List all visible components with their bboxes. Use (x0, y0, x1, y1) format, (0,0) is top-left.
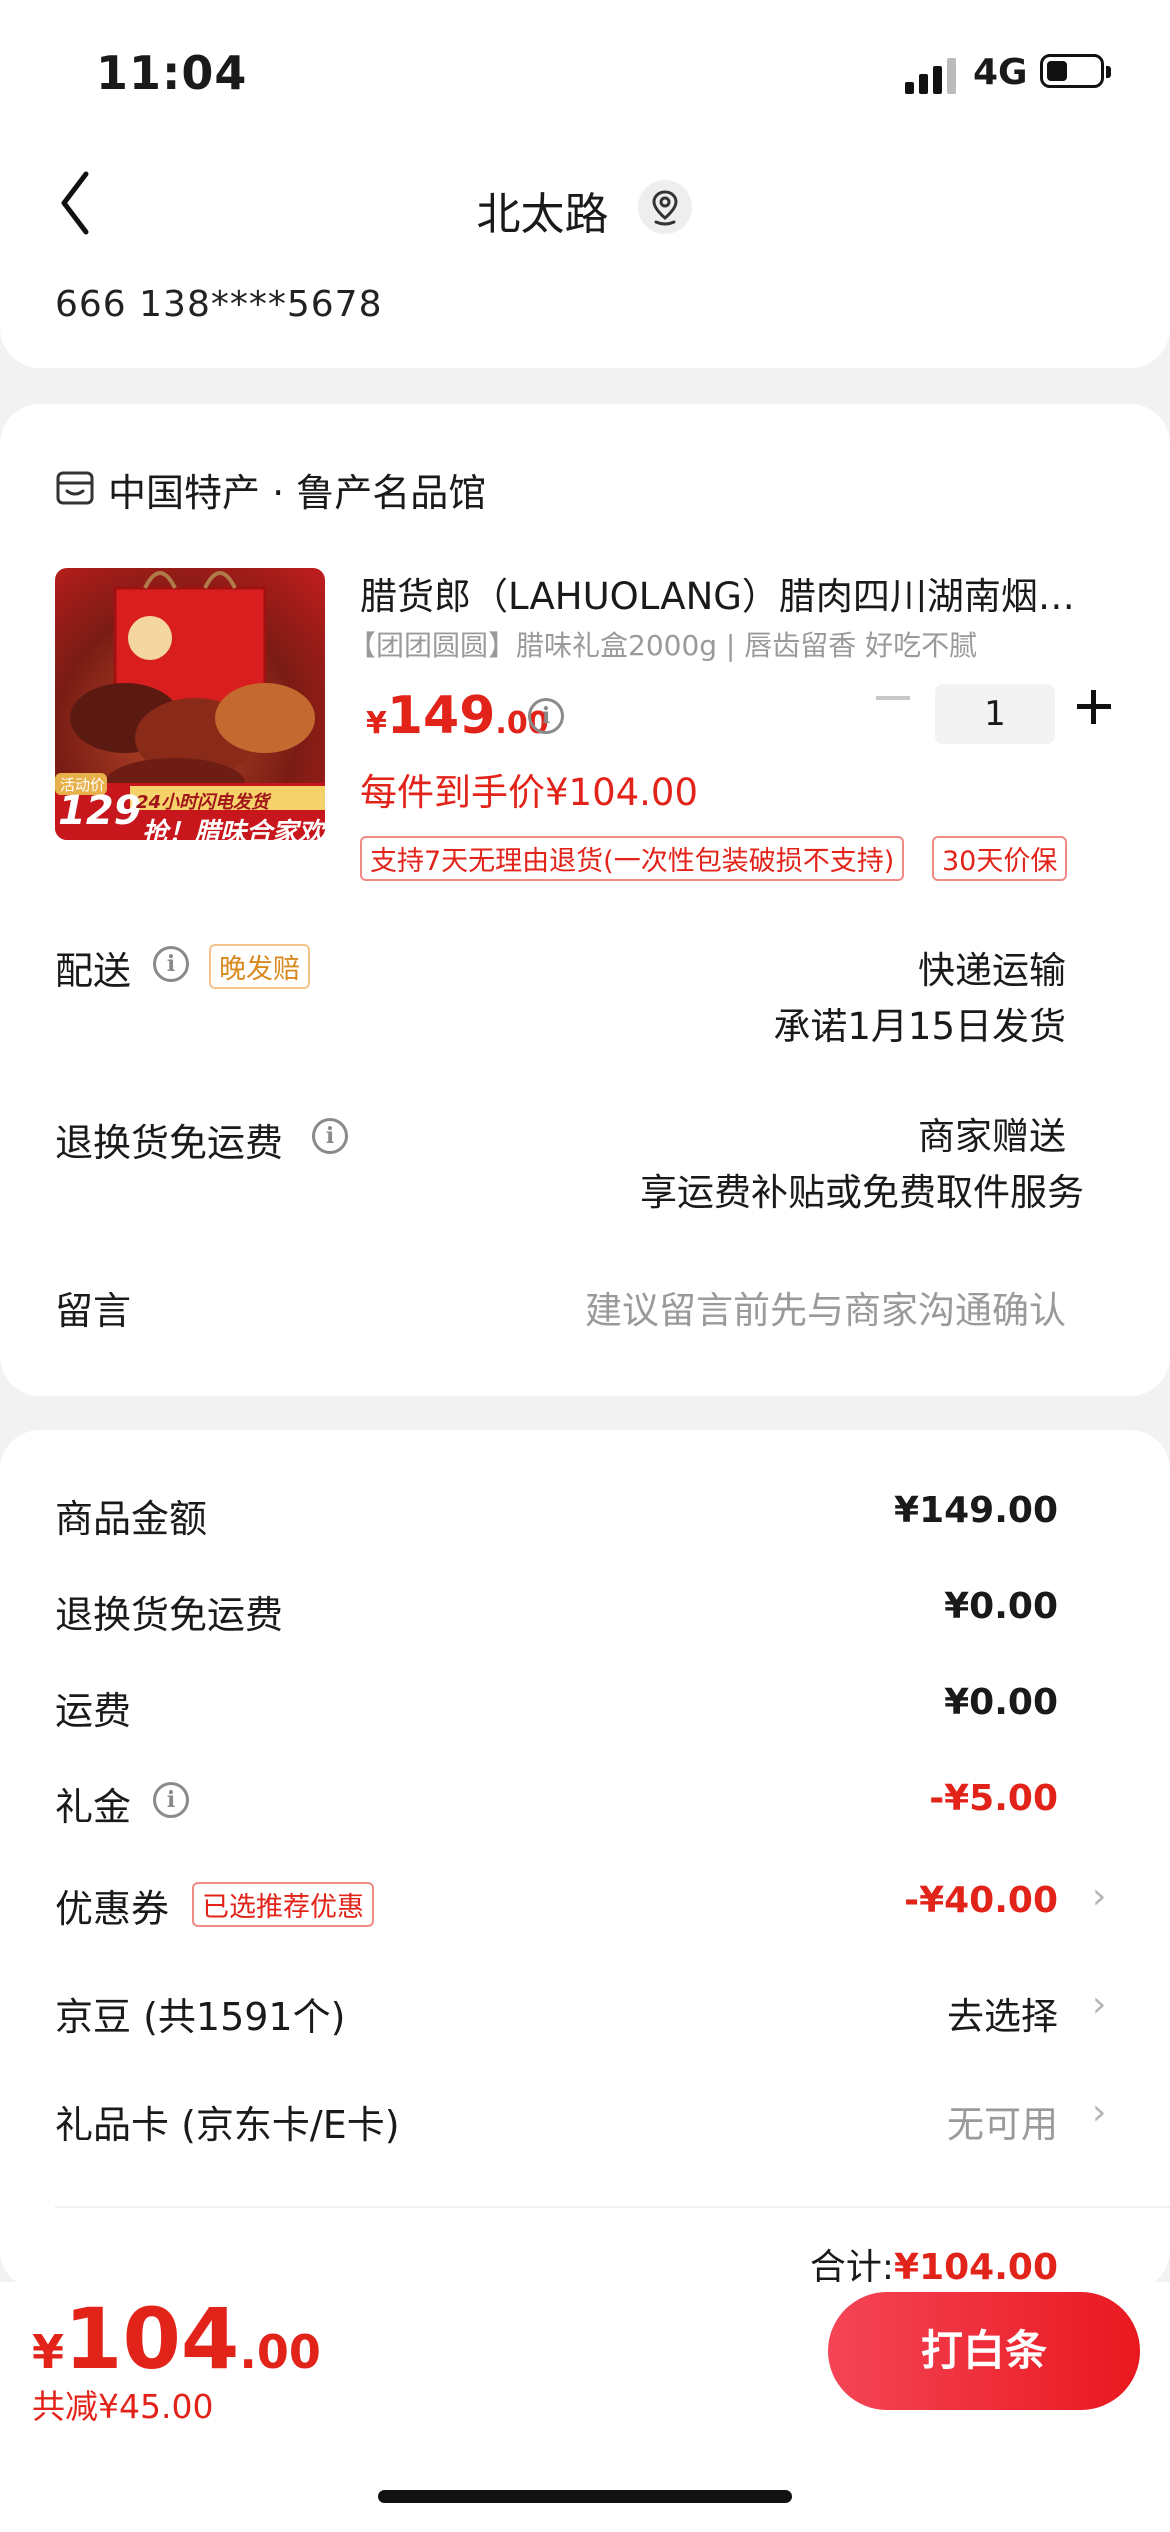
summary-card (0, 1430, 1170, 2290)
delivery-info-icon[interactable]: i (153, 946, 189, 982)
product-activity-price: 129 (58, 788, 142, 834)
giftcard-chevron-icon[interactable]: › (1092, 2092, 1106, 2133)
goods-amount-label: 商品金额 (55, 1497, 208, 1541)
return-free-value: ¥0.00 (944, 1586, 1058, 1627)
address-title[interactable]: 北太路 (0, 178, 1085, 242)
coupon-label: 优惠券 (55, 1887, 170, 1931)
giftcard-label: 礼品卡 (京东卡/E卡) (55, 2103, 400, 2147)
gift-money-info-icon[interactable]: i (153, 1782, 189, 1818)
jingdou-label: 京豆 (共1591个) (55, 1995, 346, 2039)
delivery-label: 配送 (55, 949, 132, 993)
jingdou-select[interactable]: 去选择 (947, 1986, 1058, 2040)
quantity-minus-button[interactable] (876, 696, 910, 700)
delivery-method[interactable]: 快递运输 (918, 940, 1066, 994)
divider (55, 2206, 1170, 2208)
delivery-promise: 承诺1月15日发货 (773, 1005, 1066, 1048)
shop-name[interactable]: 中国特产 · 鲁产名品馆 (108, 462, 486, 517)
location-pin-icon[interactable] (638, 180, 692, 234)
return-shipping-label: 退换货免运费 (55, 1121, 284, 1165)
coupon-tag: 已选推荐优惠 (192, 1882, 374, 1927)
product-price: ¥149.00 (366, 686, 549, 746)
coupon-value[interactable]: -¥40.00 (904, 1880, 1058, 1921)
pay-button[interactable]: 打白条 (828, 2292, 1140, 2410)
quantity-plus-button[interactable] (1077, 690, 1111, 724)
home-indicator[interactable] (378, 2490, 792, 2503)
contact-info: 666 138****5678 (55, 284, 383, 325)
return-policy-tag: 支持7天无理由退货(一次性包装破损不支持) (360, 836, 905, 881)
goods-amount-value: ¥149.00 (894, 1490, 1058, 1531)
coupon-chevron-icon[interactable]: › (1092, 1876, 1106, 1917)
network-label: 4G (973, 52, 1028, 93)
jingdou-chevron-icon[interactable]: › (1092, 1984, 1106, 2025)
product-subtitle: 【团团圆圆】腊味礼盒2000g | 唇齿留香 好吃不腻 (348, 629, 978, 662)
message-label: 留言 (55, 1289, 132, 1333)
status-time: 11:04 (96, 46, 248, 100)
shop-icon (55, 468, 95, 508)
message-input[interactable]: 建议留言前先与商家沟通确认 (585, 1280, 1066, 1334)
return-shipping-value: 商家赠送 (918, 1115, 1066, 1158)
signal-icon (905, 56, 957, 94)
shipping-label: 运费 (55, 1689, 132, 1733)
return-shipping-value2: 享运费补贴或免费取件服务 (640, 1171, 1084, 1214)
battery-icon (1040, 54, 1111, 88)
product-flash-badge: 24小时闪电发货 (136, 792, 270, 813)
product-title[interactable]: 腊货郎（LAHUOLANG）腊肉四川湖南烟… (360, 566, 1100, 620)
total-saved: 共减¥45.00 (32, 2387, 214, 2426)
shipping-value: ¥0.00 (944, 1682, 1058, 1723)
giftcard-value[interactable]: 无可用 (947, 2094, 1058, 2148)
final-price: ¥104.00 (32, 2290, 321, 2388)
return-free-label: 退换货免运费 (55, 1593, 284, 1637)
per-item-price: 每件到手价¥104.00 (360, 771, 699, 814)
price-info-icon[interactable]: i (528, 698, 564, 734)
product-card (0, 404, 1170, 1396)
price-protect-tag: 30天价保 (932, 836, 1068, 881)
late-compensation-tag: 晚发赔 (209, 944, 310, 989)
gift-money-value: -¥5.00 (929, 1778, 1058, 1819)
product-slogan: 抢！腊味合家欢 (142, 818, 325, 848)
quantity-input[interactable]: 1 (935, 684, 1055, 744)
return-shipping-info-icon[interactable]: i (312, 1118, 348, 1154)
gift-money-label: 礼金 (55, 1785, 132, 1829)
